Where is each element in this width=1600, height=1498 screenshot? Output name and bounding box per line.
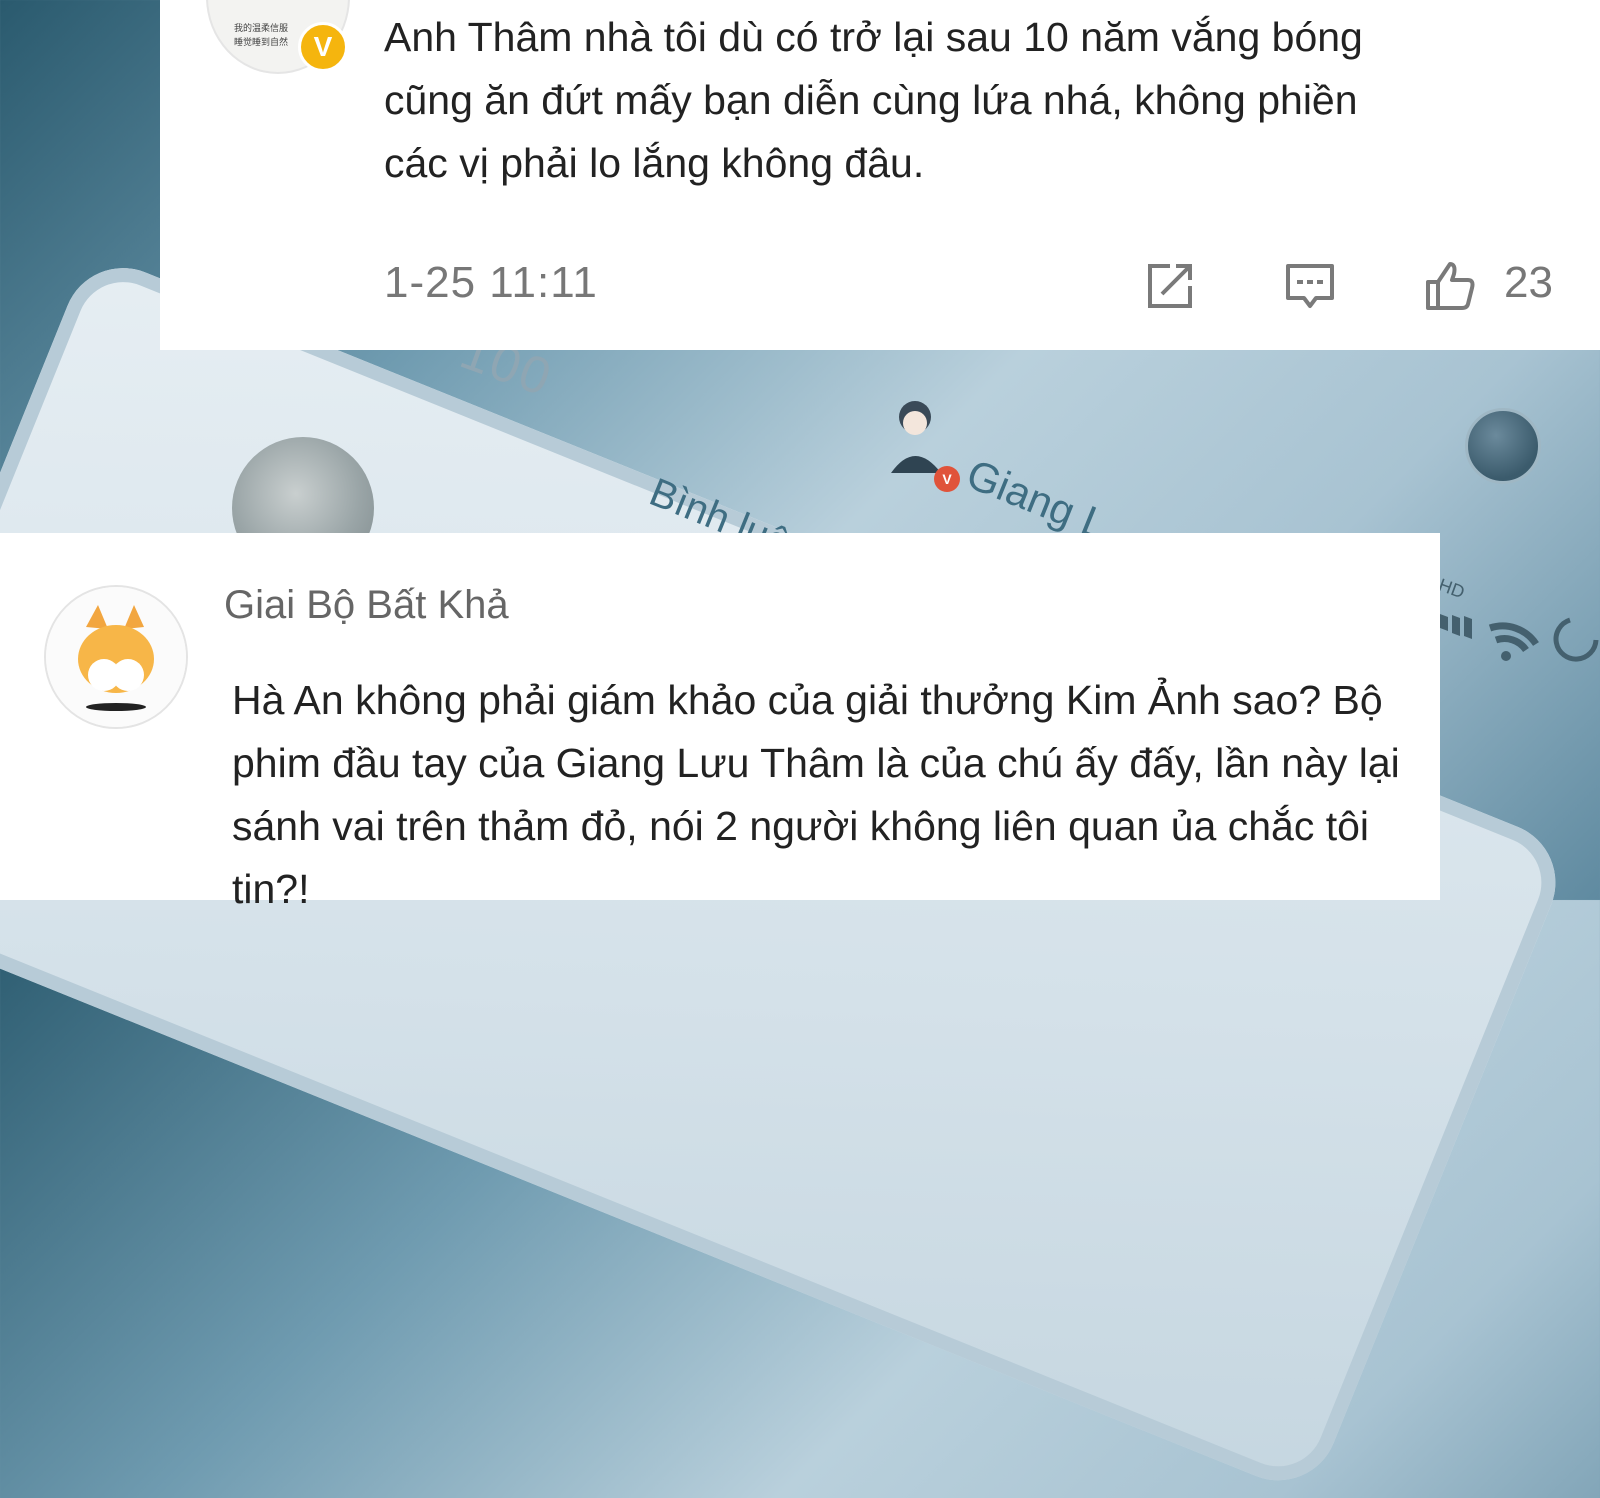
comment-icon[interactable] xyxy=(1282,258,1338,314)
background-verified-badge: V xyxy=(934,466,960,492)
comment-text: Anh Thâm nhà tôi dù có trở lại sau 10 nă… xyxy=(384,14,1363,186)
background-wifi-icon: HD xyxy=(1440,575,1599,662)
comment-card-top: 我的温柔信服 睡觉睡到自然 V Anh Thâm nhà tôi dù có tr… xyxy=(160,0,1600,350)
background-camera-icon xyxy=(1465,408,1541,484)
comment-username[interactable]: Giai Bộ Bất Khả xyxy=(224,583,509,628)
avatar-scribble-text: 我的温柔信服 睡觉睡到自然 xyxy=(234,24,289,48)
comment-card-bottom: Giai Bộ Bất Khả Hà An không phải giám kh… xyxy=(0,533,1440,912)
background-user-avatar-icon xyxy=(891,401,941,473)
svg-text:HD: HD xyxy=(1440,575,1467,603)
verified-badge-icon: V xyxy=(298,22,348,72)
thumbs-up-icon[interactable] xyxy=(1422,258,1478,314)
comment-text: Hà An không phải giám khảo của giải thưở… xyxy=(232,677,1400,912)
comment-timestamp: 1-25 11:11 xyxy=(384,258,598,307)
like-count: 23 xyxy=(1504,258,1553,307)
share-icon[interactable] xyxy=(1142,258,1198,314)
corgi-avatar[interactable] xyxy=(44,585,188,729)
